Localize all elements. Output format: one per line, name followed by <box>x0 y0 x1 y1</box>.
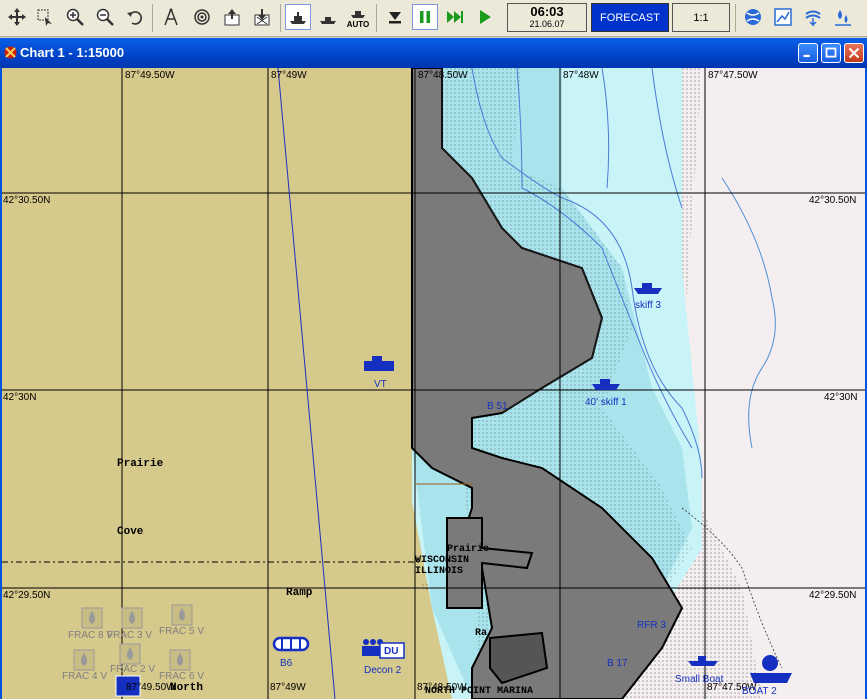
weather-icon[interactable] <box>800 4 826 30</box>
place-ramp: Ramp <box>286 587 313 599</box>
lat-label: 42°29.50N <box>3 590 51 601</box>
frac5-label: FRAC 5 V <box>159 626 205 637</box>
pause-icon[interactable] <box>412 4 438 30</box>
clock-time: 06:03 <box>530 4 564 19</box>
clock-display: 06:03 21.06.07 <box>507 3 587 32</box>
auto-label: AUTO <box>346 20 370 29</box>
ship-view-icon[interactable] <box>285 4 311 30</box>
lat-label: 42°30N <box>3 392 37 403</box>
tide-icon[interactable] <box>830 4 856 30</box>
lat-label-right: 42°30N <box>824 392 858 403</box>
lon-label: 87°49.50W <box>125 70 175 81</box>
du-label: DU <box>384 646 399 657</box>
undo-icon[interactable] <box>122 4 148 30</box>
maximize-button[interactable] <box>821 43 841 63</box>
clock-date: 21.06.07 <box>529 19 565 29</box>
chart-canvas <box>2 68 865 699</box>
pan-icon[interactable] <box>4 4 30 30</box>
lat-label: 42°30.50N <box>3 195 51 206</box>
zoom-in-icon[interactable] <box>62 4 88 30</box>
nautical-chart[interactable]: 87°49.50W 87°49W 87°48.50W 87°48W 87°47.… <box>2 68 865 699</box>
maximize-icon <box>825 47 837 58</box>
b51-label: B 51 <box>487 401 508 412</box>
land-area <box>2 68 412 699</box>
target-icon[interactable] <box>189 4 215 30</box>
window-titlebar[interactable]: Chart 1 - 1:15000 <box>0 38 867 68</box>
boat2-label: BOAT 2 <box>742 686 777 697</box>
vt-label: VT <box>374 379 387 390</box>
forecast-button[interactable]: FORECAST <box>591 3 669 32</box>
place-north-point-marina: NORTH POINT MARINA <box>425 686 534 697</box>
lon-label: 87°49W <box>271 70 307 81</box>
import-icon[interactable] <box>249 4 275 30</box>
lat-label-right: 42°29.50N <box>809 590 857 601</box>
lon-label: 87°48W <box>563 70 599 81</box>
chart-window: Chart 1 - 1:15000 87°49.50W 87°49W 87°48… <box>0 38 867 699</box>
decon2-label: Decon 2 <box>364 665 402 676</box>
lon-label-bottom: 87°49.50W <box>126 682 176 693</box>
window-title: Chart 1 - 1:15000 <box>20 45 125 60</box>
place-cove: Cove <box>117 526 144 538</box>
scale-button[interactable]: 1:1 <box>672 3 730 32</box>
select-icon[interactable] <box>32 4 58 30</box>
minimize-icon <box>803 54 810 58</box>
skiff1-label: 40' skiff 1 <box>585 397 627 408</box>
frac3-label: FRAC 3 V <box>107 630 153 641</box>
rfr3-label: RFR 3 <box>637 620 666 631</box>
place-prairie: Prairie <box>117 458 164 470</box>
place-prairie-small: Prairie <box>447 544 490 555</box>
play-icon[interactable] <box>472 4 498 30</box>
place-ra: Ra <box>475 628 488 639</box>
b17-label: B 17 <box>607 658 628 669</box>
export-icon[interactable] <box>219 4 245 30</box>
ship-north-icon[interactable] <box>315 4 341 30</box>
chart-edit-icon[interactable] <box>770 4 796 30</box>
close-icon <box>848 47 860 59</box>
minimize-button[interactable] <box>798 43 818 63</box>
place-north: North <box>170 682 204 694</box>
close-button[interactable] <box>844 43 864 63</box>
fast-forward-icon[interactable] <box>442 4 468 30</box>
projection-icon[interactable] <box>740 4 766 30</box>
toolbar: AUTO 06:03 21.06.07 FORECAST 1:1 <box>0 0 867 37</box>
frac2-label: FRAC 2 V <box>110 664 156 675</box>
lon-label-bottom: 87°49W <box>270 682 306 693</box>
b6-label: B6 <box>280 658 293 669</box>
step-icon[interactable] <box>382 4 408 30</box>
lon-label: 87°48.50W <box>418 70 468 81</box>
b6-unit-icon[interactable] <box>272 636 310 652</box>
place-illinois: ILLINOIS <box>415 566 464 577</box>
lon-label: 87°47.50W <box>708 70 758 81</box>
skiff3-label: skiff 3 <box>635 300 661 311</box>
small-boat-label: Small Boat <box>675 674 724 685</box>
ship-auto-icon[interactable]: AUTO <box>345 4 371 30</box>
chart-window-icon <box>4 46 17 59</box>
frac4-label: FRAC 4 V <box>62 671 108 682</box>
zoom-out-icon[interactable] <box>92 4 118 30</box>
draw-icon[interactable] <box>158 4 184 30</box>
frac6-label: FRAC 6 V <box>159 671 205 682</box>
place-wisconsin: WISCONSIN <box>415 555 470 566</box>
lat-label-right: 42°30.50N <box>809 195 857 206</box>
